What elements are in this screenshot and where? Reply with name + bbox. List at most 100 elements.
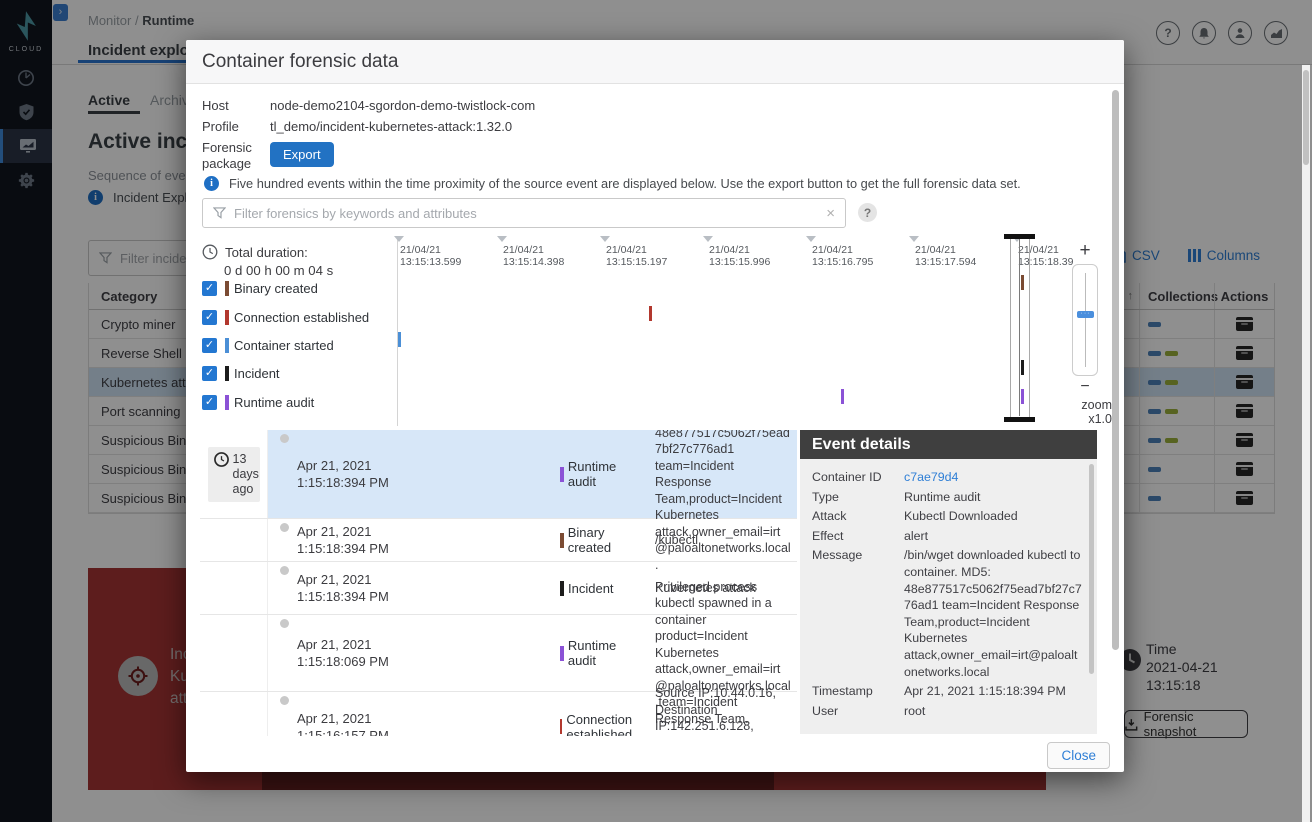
zoom-in-button[interactable]: + — [1072, 240, 1098, 262]
zoom-value: x1.0 — [1072, 412, 1112, 426]
forensic-event-row[interactable]: Apr 21, 20211:15:18:069 PM Runtime auditP… — [200, 615, 797, 692]
legend-checkbox[interactable]: ✓ — [202, 395, 217, 410]
close-button[interactable]: Close — [1047, 742, 1110, 769]
timeline-selection[interactable] — [1010, 238, 1030, 422]
event-type-label: Runtime audit — [568, 459, 645, 489]
detail-row: Userroot — [812, 703, 1083, 720]
detail-label: Type — [812, 489, 904, 506]
event-time: 1:15:18:394 PM — [297, 540, 389, 557]
event-type-color — [560, 533, 564, 548]
tick-time: 13:15:15.996 — [709, 256, 770, 268]
tick-time: 13:15:15.197 — [606, 256, 667, 268]
event-time-cell: Apr 21, 20211:15:18:394 PM — [268, 562, 560, 614]
detail-row: TimestampApr 21, 2021 1:15:18:394 PM — [812, 683, 1083, 700]
event-bullet-icon — [280, 434, 289, 443]
forensics-filter[interactable]: × — [202, 198, 846, 228]
export-button[interactable]: Export — [270, 142, 334, 167]
event-type-color — [225, 395, 229, 410]
event-type-label: Runtime audit — [568, 638, 645, 668]
event-type-cell: Runtime audit — [560, 615, 645, 691]
event-type-color — [560, 719, 562, 734]
zoom-slider-handle[interactable]: ··· — [1077, 311, 1094, 318]
detail-row: Effectalert — [812, 528, 1083, 545]
legend-item: ✓Runtime audit — [202, 394, 314, 411]
event-time: 1:15:18:394 PM — [297, 474, 389, 491]
tick-date: 21/04/21 — [812, 244, 853, 256]
info-icon: i — [204, 176, 219, 191]
legend-checkbox[interactable]: ✓ — [202, 310, 217, 325]
host-value: node-demo2104-sgordon-demo-twistlock-com — [270, 98, 535, 114]
detail-value: alert — [904, 528, 928, 545]
tick-date: 21/04/21 — [915, 244, 956, 256]
zoom-slider[interactable]: ··· — [1072, 264, 1098, 376]
detail-value: Apr 21, 2021 1:15:18:394 PM — [904, 683, 1066, 700]
page-scrollbar-thumb[interactable] — [1303, 70, 1309, 165]
modal-info-row: i Five hundred events within the time pr… — [204, 176, 1021, 191]
legend-item: ✓Container started — [202, 337, 334, 354]
event-date: Apr 21, 2021 — [297, 457, 389, 474]
tick-date: 21/04/21 — [709, 244, 750, 256]
zoom-out-button[interactable]: − — [1072, 378, 1098, 396]
timeline-marker[interactable] — [841, 389, 844, 404]
forensic-event-row[interactable]: 13 days agoApr 21, 20211:15:18:394 PMRun… — [200, 430, 797, 519]
tick-date: 21/04/21 — [503, 244, 544, 256]
timeline-marker[interactable] — [649, 306, 652, 321]
tick-time: 13:15:14.398 — [503, 256, 564, 268]
event-type-cell: Runtime audit — [560, 430, 645, 518]
detail-value: Runtime audit — [904, 489, 980, 506]
timeline-zoom-control: + ··· − zoom x1.0 — [1072, 240, 1112, 426]
duration-value: 0 d 00 h 00 m 04 s — [224, 263, 333, 278]
event-bullet-icon — [280, 566, 289, 575]
tick-date: 21/04/21 — [400, 244, 441, 256]
forensic-package-label: Forensic package — [202, 140, 270, 172]
event-time-cell: Apr 21, 20211:15:18:069 PM — [268, 615, 560, 691]
legend-checkbox[interactable]: ✓ — [202, 338, 217, 353]
tick-triangle-icon — [394, 236, 404, 242]
modal-scrollbar-thumb[interactable] — [1112, 90, 1119, 650]
event-message: Privileged process kubectl spawned in a … — [645, 615, 797, 691]
detail-value: root — [904, 703, 925, 720]
forensic-event-row[interactable]: Apr 21, 20211:15:18:394 PMBinary created… — [200, 519, 797, 562]
event-date: Apr 21, 2021 — [297, 636, 389, 653]
forensics-timeline: Total duration: 0 d 00 h 00 m 04 s ✓Bina… — [186, 236, 1124, 428]
legend-checkbox[interactable]: ✓ — [202, 366, 217, 381]
detail-row: AttackKubectl Downloaded — [812, 508, 1083, 525]
host-label: Host — [202, 98, 270, 114]
event-type-color — [225, 310, 229, 325]
profile-value: tl_demo/incident-kubernetes-attack:1.32.… — [270, 119, 512, 135]
event-ago-cell — [200, 615, 268, 691]
event-date: Apr 21, 2021 — [297, 571, 389, 588]
forensics-filter-input[interactable] — [234, 206, 818, 221]
detail-label: Timestamp — [812, 683, 904, 700]
detail-label: Effect — [812, 528, 904, 545]
filter-help-icon[interactable]: ? — [858, 203, 877, 222]
timeline-marker[interactable] — [398, 332, 401, 347]
zoom-label: zoom — [1072, 398, 1112, 412]
details-scrollbar-thumb[interactable] — [1089, 464, 1094, 674]
event-time-cell: Apr 21, 20211:15:18:394 PM — [268, 430, 560, 518]
detail-label: Attack — [812, 508, 904, 525]
tick-date: 21/04/21 — [606, 244, 647, 256]
timeline-selection-handle-top[interactable] — [1004, 234, 1035, 239]
timeline-chart[interactable]: 21/04/2113:15:13.59921/04/2113:15:14.398… — [397, 236, 1041, 426]
clear-filter-icon[interactable]: × — [826, 205, 835, 222]
event-message: /bin/wget downloaded kubectl to containe… — [645, 430, 797, 518]
event-date: Apr 21, 2021 — [297, 710, 389, 727]
detail-value[interactable]: c7ae79d4 — [904, 469, 958, 486]
event-type-label: Incident — [568, 581, 614, 596]
timeline-selection-handle-bottom[interactable] — [1004, 417, 1035, 422]
page-scrollbar[interactable] — [1302, 65, 1310, 822]
event-time-cell: Apr 21, 20211:15:16:157 PM — [268, 692, 560, 736]
legend-item: ✓Incident — [202, 365, 280, 382]
event-timestamp: Apr 21, 20211:15:18:394 PM — [297, 571, 389, 605]
event-type-label: Connection established — [566, 712, 645, 737]
event-timestamp: Apr 21, 20211:15:18:394 PM — [297, 457, 389, 491]
event-bullet-icon — [280, 523, 289, 532]
legend-checkbox[interactable]: ✓ — [202, 281, 217, 296]
event-bullet-icon — [280, 696, 289, 705]
forensic-event-row[interactable]: Apr 21, 20211:15:16:157 PM Connection est… — [200, 692, 797, 736]
modal-header: Container forensic data — [186, 40, 1124, 84]
event-message: Source IP:10.44.0.16, Destination IP:142… — [645, 692, 797, 736]
event-timestamp: Apr 21, 20211:15:16:157 PM — [297, 710, 389, 737]
legend-label: Connection established — [234, 310, 369, 325]
